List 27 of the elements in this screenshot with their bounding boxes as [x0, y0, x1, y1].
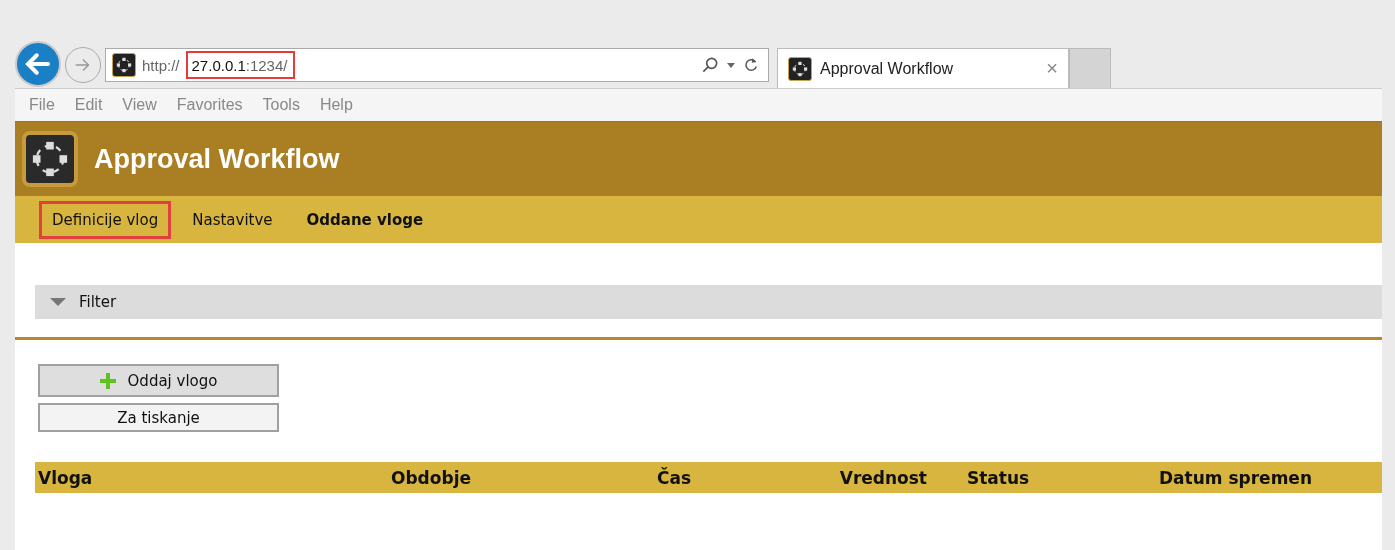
- close-tab-button[interactable]: ×: [1046, 57, 1058, 80]
- url-port: :1234/: [245, 56, 288, 74]
- filter-label: Filter: [79, 293, 117, 311]
- tab-title: Approval Workflow: [820, 59, 955, 78]
- url-host: 27.0.0.1: [191, 56, 246, 74]
- filter-bar[interactable]: Filter: [35, 285, 1382, 319]
- column-header: Čas: [657, 467, 692, 488]
- logo-icon: [31, 140, 69, 178]
- column-header: Status: [967, 467, 1030, 488]
- action-button[interactable]: Za tiskanje: [38, 403, 279, 432]
- nav-link[interactable]: Definicije vlog: [39, 200, 172, 239]
- action-button[interactable]: Oddaj vlogo: [38, 364, 279, 397]
- dropdown-caret-icon[interactable]: [726, 61, 736, 69]
- search-icon[interactable]: [700, 55, 720, 75]
- refresh-icon[interactable]: [742, 56, 760, 74]
- url-scheme: http://: [142, 56, 180, 74]
- app-title: Approval Workflow: [94, 143, 340, 175]
- column-header: Datum spremen: [1159, 467, 1312, 488]
- column-header: Obdobje: [391, 467, 471, 488]
- nav-link[interactable]: Oddane vloge: [293, 200, 437, 239]
- address-bar[interactable]: http:// 27.0.0.1:1234/: [105, 48, 769, 82]
- browser-tab[interactable]: Approval Workflow ×: [777, 48, 1069, 88]
- plus-icon: [99, 372, 116, 389]
- back-button[interactable]: [15, 41, 61, 87]
- column-header: Vloga: [38, 467, 93, 488]
- column-header: Vrednost: [839, 467, 928, 488]
- nav-link[interactable]: Nastavitve: [179, 200, 286, 239]
